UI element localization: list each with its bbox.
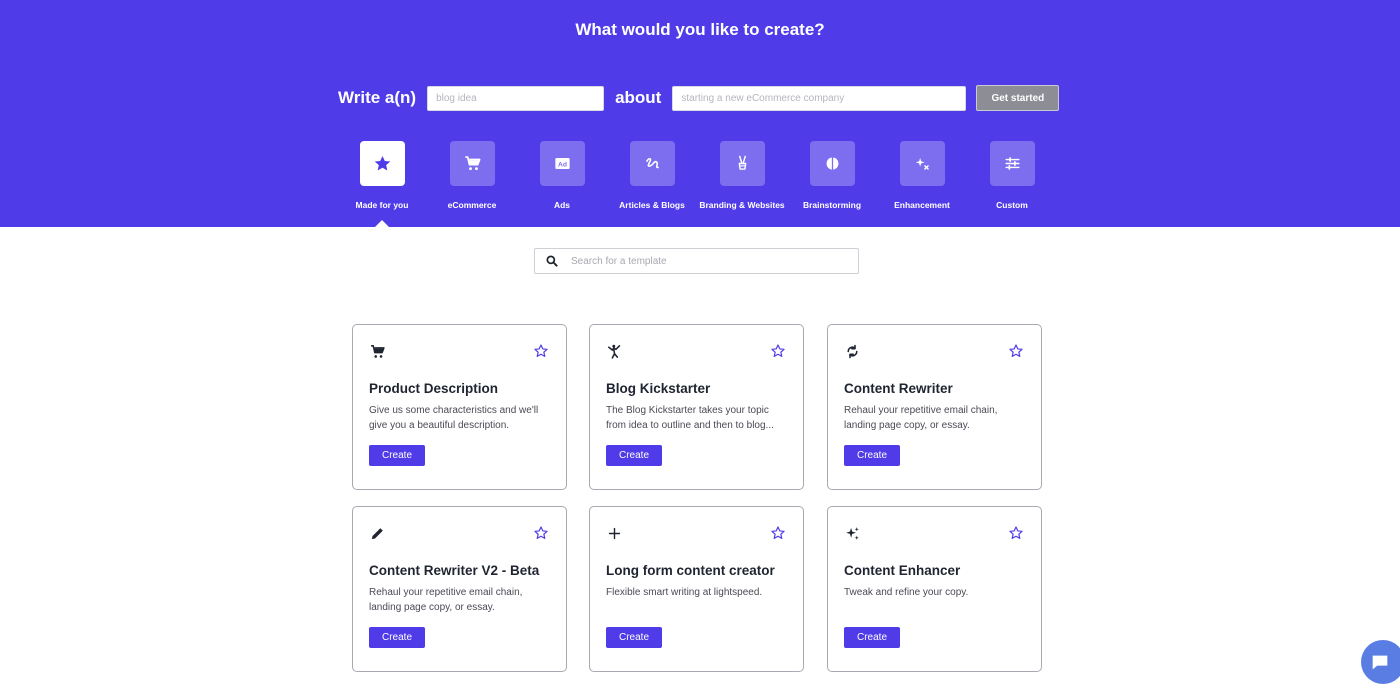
tab-ads[interactable]: Ad Ads bbox=[517, 141, 607, 210]
card-title: Content Rewriter bbox=[844, 381, 953, 396]
category-tile bbox=[359, 141, 405, 186]
category-label: Enhancement bbox=[894, 200, 950, 210]
refresh-icon bbox=[847, 344, 858, 359]
peace-hand-icon bbox=[738, 155, 746, 170]
card-title: Content Rewriter V2 - Beta bbox=[369, 563, 540, 578]
favorite-star-icon[interactable] bbox=[770, 343, 786, 359]
category-tile bbox=[629, 141, 675, 186]
create-button[interactable]: Create bbox=[369, 445, 425, 466]
sliders-icon bbox=[1004, 157, 1020, 170]
card-title: Long form content creator bbox=[606, 563, 775, 578]
pencil-icon bbox=[371, 528, 383, 540]
category-label: eCommerce bbox=[447, 200, 497, 210]
category-label: Branding & Websites bbox=[699, 200, 785, 210]
template-card: Content Rewriter Rehaul your repetitive … bbox=[827, 324, 1042, 490]
create-button[interactable]: Create bbox=[606, 445, 662, 466]
tab-custom[interactable]: Custom bbox=[967, 141, 1057, 210]
favorite-star-icon[interactable] bbox=[533, 343, 549, 359]
brain-icon bbox=[826, 157, 838, 170]
category-label: Brainstorming bbox=[802, 200, 862, 210]
category-label: Made for you bbox=[355, 200, 409, 210]
favorite-star-icon[interactable] bbox=[1008, 525, 1024, 541]
about-input[interactable] bbox=[672, 85, 967, 111]
card-description: Give us some characteristics and we'll g… bbox=[369, 405, 539, 431]
template-card: Blog Kickstarter The Blog Kickstarter ta… bbox=[589, 324, 804, 490]
card-description: The Blog Kickstarter takes your topic fr… bbox=[606, 405, 774, 431]
category-tile: Ad bbox=[539, 141, 585, 186]
create-button[interactable]: Create bbox=[606, 627, 662, 648]
category-label: Custom bbox=[996, 200, 1028, 210]
category-tile bbox=[719, 141, 765, 186]
cart-icon bbox=[371, 345, 385, 358]
create-button[interactable]: Create bbox=[844, 627, 900, 648]
category-tile bbox=[899, 141, 945, 186]
tab-enhancement[interactable]: Enhancement bbox=[877, 141, 967, 210]
pen-squiggle-icon bbox=[645, 157, 659, 169]
svg-text:Ad: Ad bbox=[558, 161, 567, 168]
template-search bbox=[534, 248, 859, 274]
category-tile bbox=[809, 141, 855, 186]
category-tile bbox=[989, 141, 1035, 186]
card-title: Content Enhancer bbox=[844, 563, 961, 578]
active-tab-pointer bbox=[375, 220, 389, 227]
card-description: Rehaul your repetitive email chain, land… bbox=[844, 405, 998, 431]
favorite-star-icon[interactable] bbox=[533, 525, 549, 541]
sparkle-icon bbox=[915, 157, 929, 170]
ad-icon: Ad bbox=[554, 157, 570, 170]
card-title: Blog Kickstarter bbox=[606, 381, 711, 396]
card-description: Rehaul your repetitive email chain, land… bbox=[369, 587, 523, 613]
kick-icon bbox=[608, 344, 621, 359]
tab-articles-blogs[interactable]: Articles & Blogs bbox=[607, 141, 697, 210]
tab-brainstorming[interactable]: Brainstorming bbox=[787, 141, 877, 210]
category-tile bbox=[449, 141, 495, 186]
write-label: Write a(n) bbox=[338, 88, 417, 107]
about-label: about bbox=[615, 88, 662, 107]
create-button[interactable]: Create bbox=[844, 445, 900, 466]
chat-launcher-button[interactable] bbox=[1361, 640, 1400, 684]
prompt-row: Write a(n) about Get started bbox=[338, 85, 1060, 111]
favorite-star-icon[interactable] bbox=[770, 525, 786, 541]
template-card: Long form content creator Flexible smart… bbox=[589, 506, 804, 672]
favorite-star-icon[interactable] bbox=[1008, 343, 1024, 359]
get-started-button[interactable]: Get started bbox=[976, 85, 1060, 111]
cart-icon bbox=[464, 156, 480, 171]
search-icon bbox=[546, 255, 558, 267]
card-description: Flexible smart writing at lightspeed. bbox=[606, 587, 763, 598]
category-tabs: Made for you eCommerce Ad Ads Articles &… bbox=[0, 141, 1400, 227]
sparkle-icon bbox=[846, 527, 859, 540]
search-input[interactable] bbox=[571, 255, 841, 267]
plus-icon bbox=[608, 527, 621, 540]
category-label: Ads bbox=[553, 200, 571, 210]
tab-ecommerce[interactable]: eCommerce bbox=[427, 141, 517, 210]
tab-branding-websites[interactable]: Branding & Websites bbox=[697, 141, 787, 210]
topic-input[interactable] bbox=[427, 85, 605, 111]
card-title: Product Description bbox=[369, 381, 499, 396]
template-card: Product Description Give us some charact… bbox=[352, 324, 567, 490]
hero-banner: What would you like to create? Write a(n… bbox=[0, 0, 1400, 227]
star-icon bbox=[374, 155, 390, 171]
hero-title: What would you like to create? bbox=[575, 20, 825, 39]
template-card: Content Enhancer Tweak and refine your c… bbox=[827, 506, 1042, 672]
create-button[interactable]: Create bbox=[369, 627, 425, 648]
card-description: Tweak and refine your copy. bbox=[844, 587, 969, 598]
tab-made-for-you[interactable]: Made for you bbox=[337, 141, 427, 227]
chat-bubble-icon bbox=[1372, 655, 1388, 670]
category-label: Articles & Blogs bbox=[619, 200, 685, 210]
template-card: Content Rewriter V2 - Beta Rehaul your r… bbox=[352, 506, 567, 672]
